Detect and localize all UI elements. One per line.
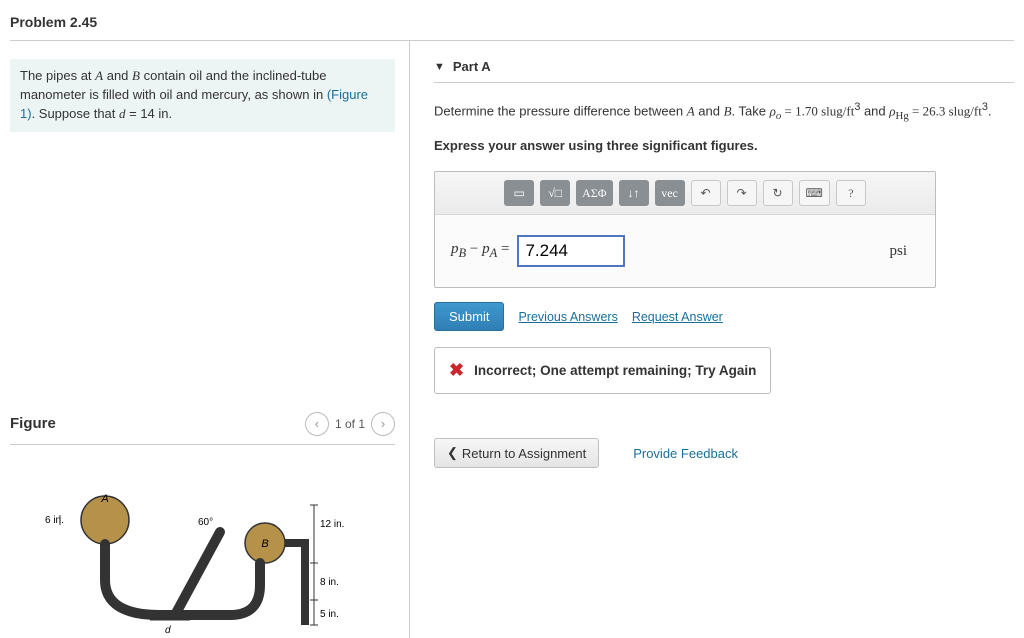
redo-button[interactable]: ↷ [727,180,757,206]
figure-prev-button[interactable]: ‹ [305,412,329,436]
figure-diagram: A B 6 in. 60° d [10,465,395,638]
reset-button[interactable]: ↻ [763,180,793,206]
greek-button[interactable]: ΑΣΦ [576,180,612,206]
vec-button[interactable]: vec [655,180,685,206]
submit-button[interactable]: Submit [434,302,504,331]
problem-title: Problem 2.45 [10,10,1014,41]
svg-text:6 in.: 6 in. [45,515,64,526]
svg-text:B: B [261,538,268,550]
answer-unit: psi [889,243,907,260]
subscript-button[interactable]: ↓↑ [619,180,649,206]
sqrt-button[interactable]: √□ [540,180,570,206]
svg-text:5 in.: 5 in. [320,609,339,620]
answer-box: ▭ √□ ΑΣΦ ↓↑ vec ↶ ↷ ↻ ⌨ ? pB − pA = psi [434,171,936,288]
keyboard-button[interactable]: ⌨ [799,180,830,206]
figure-count: 1 of 1 [335,417,365,431]
svg-text:8 in.: 8 in. [320,577,339,588]
part-prompt: Determine the pressure difference betwee… [434,99,1014,124]
figure-heading: Figure [10,415,305,432]
problem-description: The pipes at A and B contain oil and the… [10,59,395,132]
request-answer-link[interactable]: Request Answer [632,310,723,324]
answer-input[interactable] [517,235,625,267]
instruction-text: Express your answer using three signific… [434,138,1014,153]
feedback-message: ✖ Incorrect; One attempt remaining; Try … [434,347,771,394]
svg-text:60°: 60° [198,517,213,528]
part-header[interactable]: ▼ Part A [434,59,1014,83]
incorrect-icon: ✖ [449,360,464,381]
chevron-left-icon: ❮ [447,445,458,461]
svg-text:d: d [165,625,171,635]
return-to-assignment-button[interactable]: ❮ Return to Assignment [434,438,599,468]
collapse-caret-icon: ▼ [434,61,445,73]
answer-lhs: pB − pA = [451,241,509,261]
template-button[interactable]: ▭ [504,180,534,206]
figure-next-button[interactable]: › [371,412,395,436]
previous-answers-link[interactable]: Previous Answers [518,310,617,324]
provide-feedback-link[interactable]: Provide Feedback [633,446,738,461]
svg-text:A: A [100,493,108,505]
svg-text:12 in.: 12 in. [320,519,344,530]
undo-button[interactable]: ↶ [691,180,721,206]
help-button[interactable]: ? [836,180,866,206]
